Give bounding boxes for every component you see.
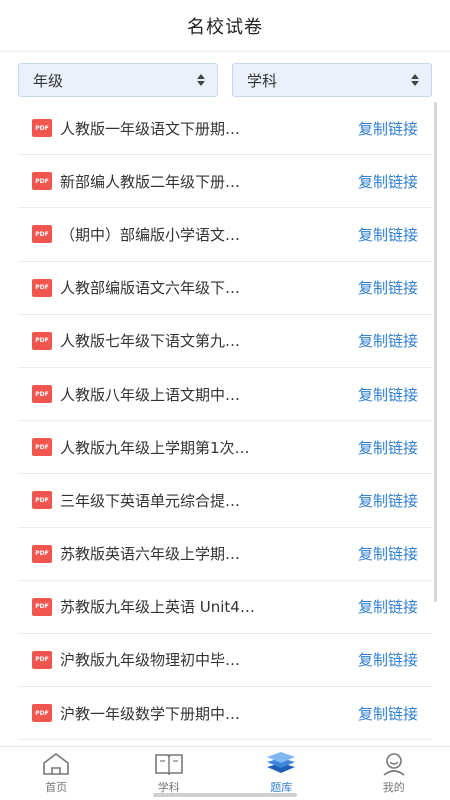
paper-list: PDF 人教版一年级语文下册期… 复制链接 PDF 新部编人教版二年级下册… 复制链接 PD…	[18, 102, 432, 741]
paper-title[interactable]: 三年级下英语单元综合提…	[60, 490, 240, 511]
page-title: 名校试卷	[187, 16, 263, 38]
book-icon	[154, 754, 183, 776]
pdf-icon: PDF	[32, 491, 52, 510]
subject-select-value: 学科	[247, 71, 278, 90]
list-item[interactable]: PDF 沪教版九年级物理初中毕… 复制链接	[18, 634, 432, 688]
list-item-info: PDF 人教版八年级上语文期中…	[32, 384, 240, 405]
grade-select-value: 年级	[33, 71, 64, 90]
scrollbar[interactable]	[434, 102, 437, 602]
pdf-icon: PDF	[32, 544, 52, 563]
list-item-info: PDF 沪教版九年级物理初中毕…	[32, 649, 240, 670]
paper-title[interactable]: 苏教版英语六年级上学期…	[60, 543, 240, 564]
paper-title[interactable]: 人教部编版语文六年级下…	[60, 277, 240, 298]
pdf-icon: PDF	[32, 704, 52, 723]
list-item[interactable]: PDF 人教版一年级语文下册期… 复制链接	[18, 102, 432, 156]
copy-link-button[interactable]: 复制链接	[358, 703, 418, 724]
paper-title[interactable]: 人教版七年级下语文第九…	[60, 330, 240, 351]
paper-title[interactable]: 人教版八年级上语文期中…	[60, 384, 240, 405]
copy-link-button[interactable]: 复制链接	[358, 384, 418, 405]
paper-title[interactable]: 人教版一年级语文下册期…	[60, 118, 240, 139]
sort-arrows-icon	[197, 74, 205, 86]
home-icon	[43, 753, 70, 775]
list-item[interactable]: PDF 人教版八年级上语文期中… 复制链接	[18, 368, 432, 422]
copy-link-button[interactable]: 复制链接	[358, 437, 418, 458]
filter-bar: 年级 学科	[0, 52, 450, 108]
list-item[interactable]: PDF 苏教版九年级上英语 Unit4… 复制链接	[18, 581, 432, 634]
bottom-tab-bar: 首页 学科 题库 我的	[0, 746, 450, 800]
list-item[interactable]: PDF 三年级下英语单元综合提… 复制链接	[18, 474, 432, 528]
pdf-icon: PDF	[32, 172, 52, 191]
paper-title[interactable]: 人教版九年级上学期第1次…	[60, 437, 250, 458]
paper-title[interactable]: 新部编人教版二年级下册…	[60, 171, 240, 192]
list-item[interactable]: PDF 人教版七年级下语文第九… 复制链接	[18, 315, 432, 368]
list-item-info: PDF 人教部编版语文六年级下…	[32, 277, 240, 298]
list-item-info: PDF 苏教版九年级上英语 Unit4…	[32, 596, 255, 617]
sort-arrows-icon	[411, 74, 419, 86]
list-item-info: PDF 新部编人教版二年级下册…	[32, 171, 240, 192]
list-item-info: PDF 沪教一年级数学下册期中…	[32, 703, 240, 724]
list-item-info: PDF 三年级下英语单元综合提…	[32, 490, 240, 511]
subject-select[interactable]: 学科	[232, 63, 432, 97]
list-item[interactable]: PDF 苏教版英语六年级上学期… 复制链接	[18, 528, 432, 581]
pdf-icon: PDF	[32, 225, 52, 244]
copy-link-button[interactable]: 复制链接	[358, 118, 418, 139]
tab-home[interactable]: 首页	[0, 747, 113, 800]
grade-select[interactable]: 年级	[18, 63, 218, 97]
copy-link-button[interactable]: 复制链接	[358, 224, 418, 245]
pdf-icon: PDF	[32, 438, 52, 457]
list-item-info: PDF 苏教版英语六年级上学期…	[32, 543, 240, 564]
list-item-info: PDF 人教版七年级下语文第九…	[32, 330, 240, 351]
pdf-icon: PDF	[32, 597, 52, 616]
copy-link-button[interactable]: 复制链接	[358, 490, 418, 511]
copy-link-button[interactable]: 复制链接	[358, 543, 418, 564]
pdf-icon: PDF	[32, 278, 52, 297]
list-item-info: PDF 人教版九年级上学期第1次…	[32, 437, 250, 458]
list-item-info: PDF （期中）部编版小学语文…	[32, 224, 240, 245]
user-icon	[383, 753, 405, 776]
list-item[interactable]: PDF 人教版九年级上学期第1次… 复制链接	[18, 421, 432, 475]
list-item-info: PDF 人教版一年级语文下册期…	[32, 118, 240, 139]
tab-mine[interactable]: 我的	[338, 747, 450, 800]
home-indicator	[153, 793, 297, 797]
pdf-icon: PDF	[32, 331, 52, 350]
paper-title[interactable]: 沪教版九年级物理初中毕…	[60, 649, 240, 670]
app-header: 名校试卷	[0, 0, 450, 52]
paper-title[interactable]: （期中）部编版小学语文…	[60, 224, 240, 245]
tab-label: 我的	[382, 781, 405, 794]
layers-icon	[267, 752, 296, 773]
copy-link-button[interactable]: 复制链接	[358, 649, 418, 670]
tab-label: 首页	[45, 781, 68, 794]
paper-title[interactable]: 苏教版九年级上英语 Unit4…	[60, 596, 255, 617]
copy-link-button[interactable]: 复制链接	[358, 330, 418, 351]
copy-link-button[interactable]: 复制链接	[358, 596, 418, 617]
pdf-icon: PDF	[32, 385, 52, 404]
pdf-icon: PDF	[32, 650, 52, 669]
pdf-icon: PDF	[32, 119, 52, 138]
copy-link-button[interactable]: 复制链接	[358, 171, 418, 192]
list-item[interactable]: PDF 新部编人教版二年级下册… 复制链接	[18, 155, 432, 209]
list-item[interactable]: PDF （期中）部编版小学语文… 复制链接	[18, 208, 432, 262]
list-item[interactable]: PDF 沪教一年级数学下册期中… 复制链接	[18, 687, 432, 741]
paper-title[interactable]: 沪教一年级数学下册期中…	[60, 703, 240, 724]
copy-link-button[interactable]: 复制链接	[358, 277, 418, 298]
list-item[interactable]: PDF 人教部编版语文六年级下… 复制链接	[18, 262, 432, 315]
